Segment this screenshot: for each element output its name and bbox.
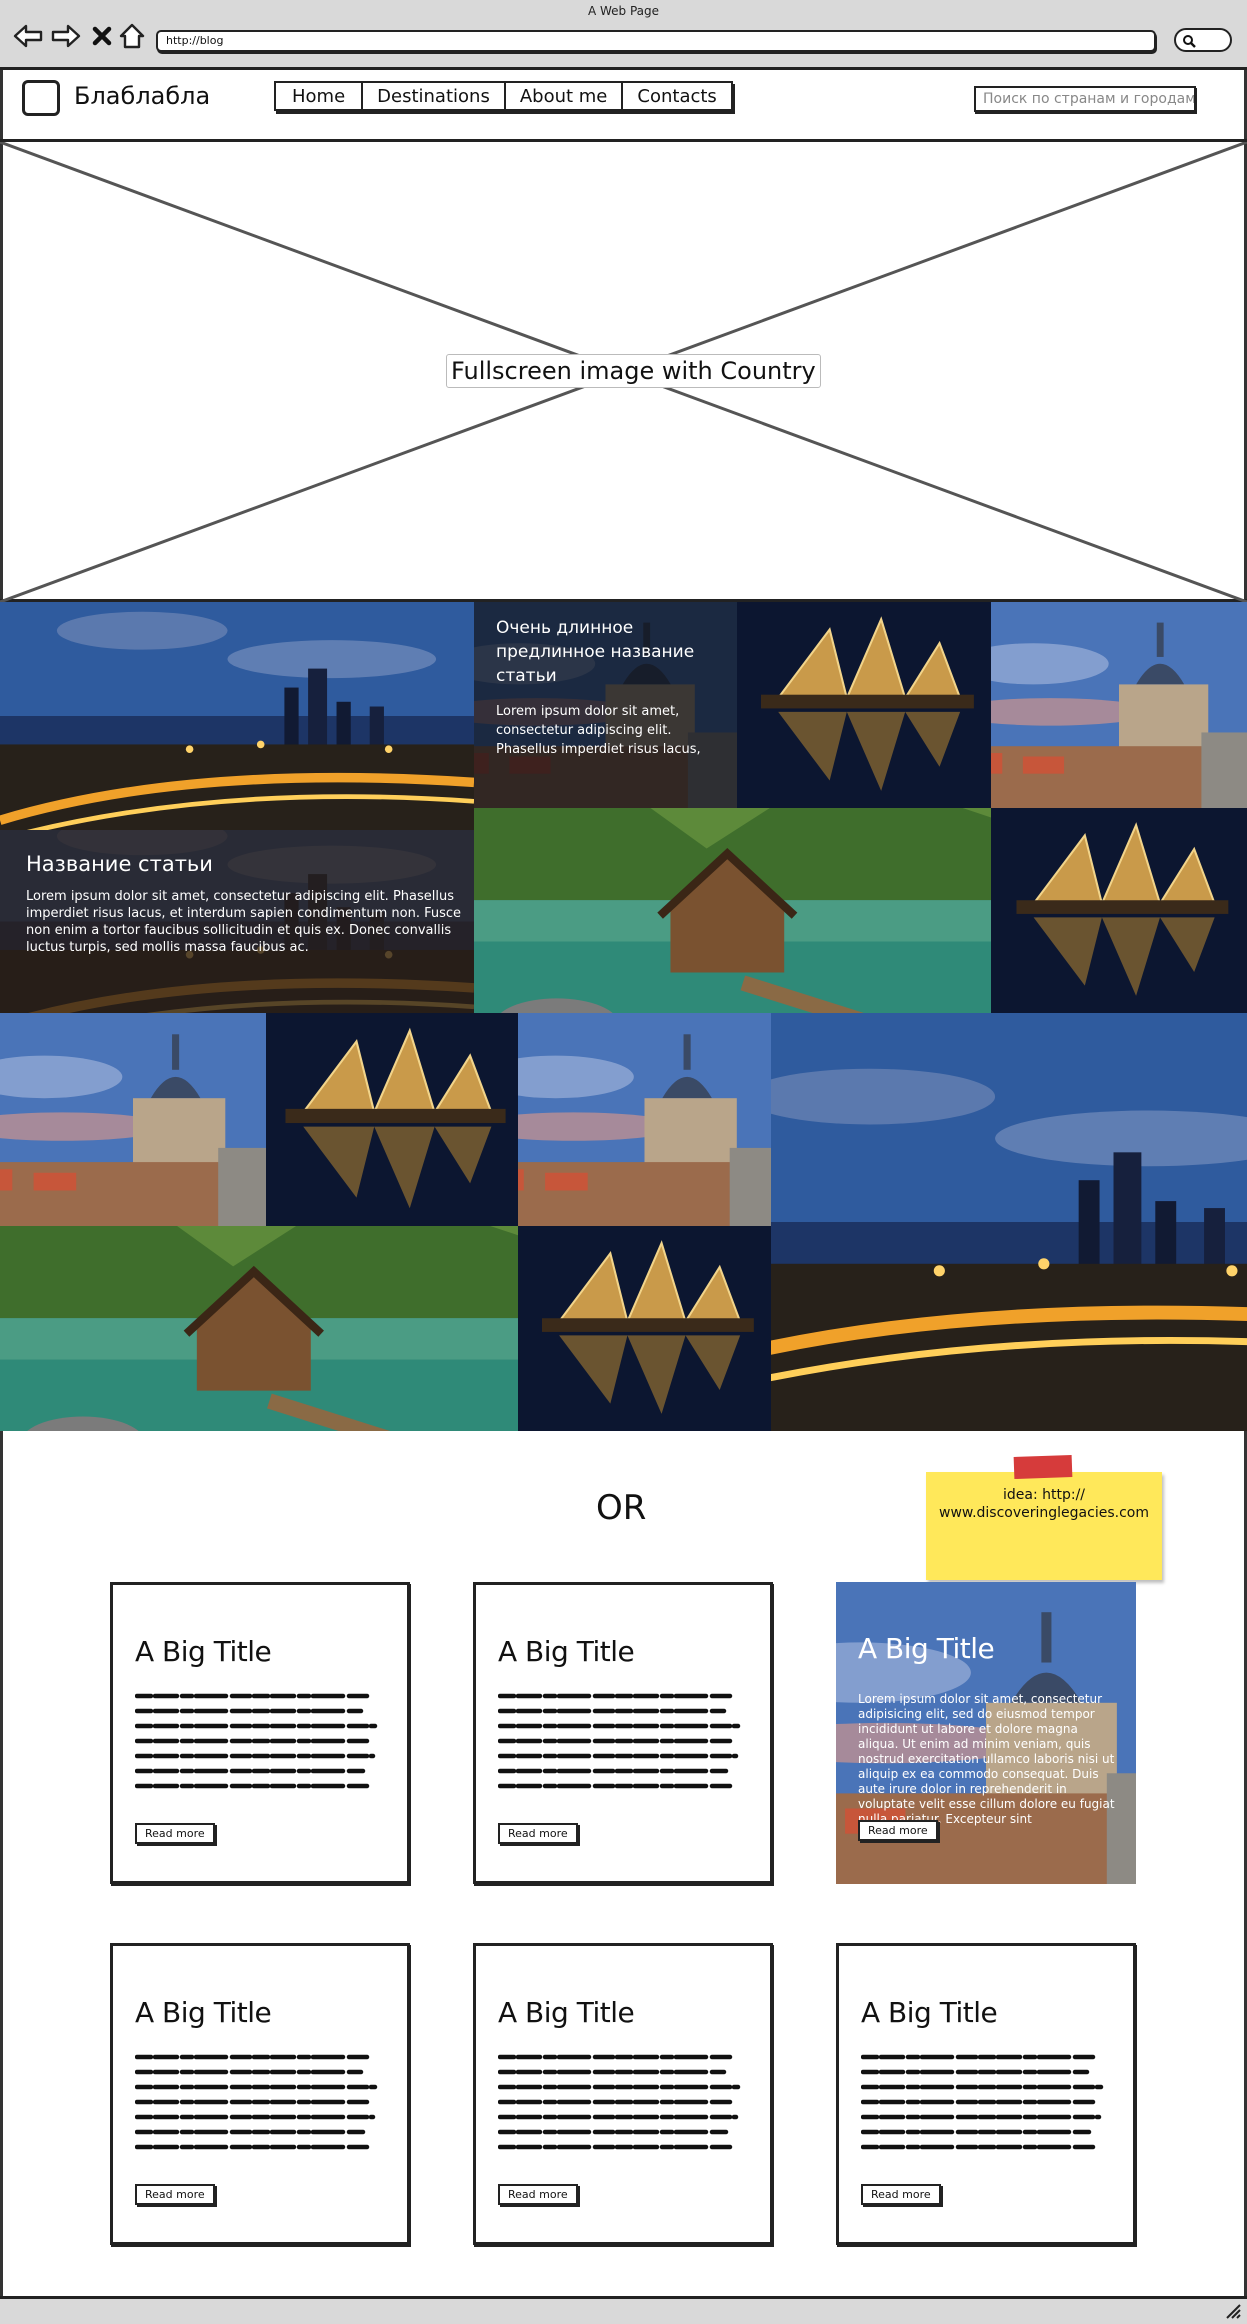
read-more-button[interactable]: Read more xyxy=(135,2184,215,2205)
main-nav: Home Destinations About me Contacts xyxy=(274,81,733,111)
article-card[interactable]: A Big Title Read more xyxy=(473,1943,773,2245)
resize-grip-icon[interactable] xyxy=(1223,2303,1241,2319)
forward-icon[interactable] xyxy=(50,20,82,52)
alternative-divider: OR xyxy=(596,1488,647,1528)
gallery-tile-city[interactable] xyxy=(0,602,474,830)
article-card-photo[interactable]: A Big Title Lorem ipsum dolor sit amet, … xyxy=(836,1582,1136,1884)
gallery-tile-opera[interactable] xyxy=(266,1013,518,1226)
gallery-tile-lake[interactable] xyxy=(0,1226,518,1431)
feature-large-text: Lorem ipsum dolor sit amet, consectetur … xyxy=(26,889,462,955)
sticky-note: idea: http:// www.discoveringlegacies.co… xyxy=(926,1472,1162,1580)
nav-item-contacts[interactable]: Contacts xyxy=(623,83,730,109)
home-icon[interactable] xyxy=(116,20,148,52)
card-title: A Big Title xyxy=(135,1635,272,1668)
nav-item-home[interactable]: Home xyxy=(276,83,364,109)
article-card[interactable]: A Big Title Read more xyxy=(110,1582,410,1884)
search-placeholder: Поиск по странам и городам xyxy=(983,91,1196,107)
gallery-tile-opera[interactable] xyxy=(737,602,991,808)
card-title: A Big Title xyxy=(498,1635,635,1668)
site-search-input[interactable]: Поиск по странам и городам xyxy=(974,86,1196,112)
address-bar[interactable]: http://blog xyxy=(156,30,1156,52)
gallery-tile-lake[interactable] xyxy=(474,808,991,1013)
article-card[interactable]: A Big Title Read more xyxy=(473,1582,773,1884)
card-title: A Big Title xyxy=(861,1996,998,2029)
status-bar xyxy=(0,2296,1247,2324)
article-card[interactable]: A Big Title Read more xyxy=(110,1943,410,2245)
search-icon xyxy=(1183,35,1196,48)
card-text-placeholder xyxy=(498,2051,743,2161)
gallery-tile-city[interactable] xyxy=(771,1013,1247,1431)
hero-label: Fullscreen image with Country xyxy=(446,354,821,388)
gallery-tile-opera[interactable] xyxy=(991,808,1247,1013)
read-more-button[interactable]: Read more xyxy=(498,2184,578,2205)
card-text-placeholder xyxy=(135,1690,380,1800)
feature-small-text: Lorem ipsum dolor sit amet, consectetur … xyxy=(496,704,701,757)
article-card[interactable]: A Big Title Read more xyxy=(836,1943,1136,2245)
nav-item-about-me[interactable]: About me xyxy=(506,83,624,109)
card-title: A Big Title xyxy=(858,1632,995,1665)
read-more-button[interactable]: Read more xyxy=(135,1823,215,1844)
logo[interactable] xyxy=(22,80,60,116)
nav-item-destinations[interactable]: Destinations xyxy=(363,83,506,109)
feature-large-title: Название статьи xyxy=(26,852,213,876)
card-text: Lorem ipsum dolor sit amet, consectetur … xyxy=(858,1692,1115,1826)
card-title: A Big Title xyxy=(135,1996,272,2029)
card-text-placeholder xyxy=(861,2051,1106,2161)
gallery-tile-cathedral[interactable] xyxy=(518,1013,771,1226)
browser-search-field[interactable] xyxy=(1174,28,1232,52)
gallery-tile-cathedral[interactable] xyxy=(0,1013,266,1226)
gallery-tile-cathedral[interactable] xyxy=(991,602,1247,808)
sticky-note-text: idea: http:// www.discoveringlegacies.co… xyxy=(939,1487,1149,1521)
gallery-tile-opera[interactable] xyxy=(518,1226,771,1431)
site-name[interactable]: Блаблабла xyxy=(74,82,210,110)
feature-small-title: Очень длинное предлинное название статьи xyxy=(496,618,695,686)
card-text-placeholder xyxy=(135,2051,380,2161)
card-text-placeholder xyxy=(498,1690,743,1800)
back-icon[interactable] xyxy=(12,20,44,52)
read-more-button[interactable]: Read more xyxy=(858,1820,938,1841)
read-more-button[interactable]: Read more xyxy=(498,1823,578,1844)
read-more-button[interactable]: Read more xyxy=(861,2184,941,2205)
gallery-feature-small[interactable]: Очень длинное предлинное название статьи… xyxy=(474,602,737,808)
card-title: A Big Title xyxy=(498,1996,635,2029)
tape xyxy=(1013,1454,1073,1480)
gallery-feature-large[interactable]: Название статьи Lorem ipsum dolor sit am… xyxy=(0,830,474,1013)
close-icon[interactable] xyxy=(86,20,118,52)
window-title: A Web Page xyxy=(587,4,660,18)
